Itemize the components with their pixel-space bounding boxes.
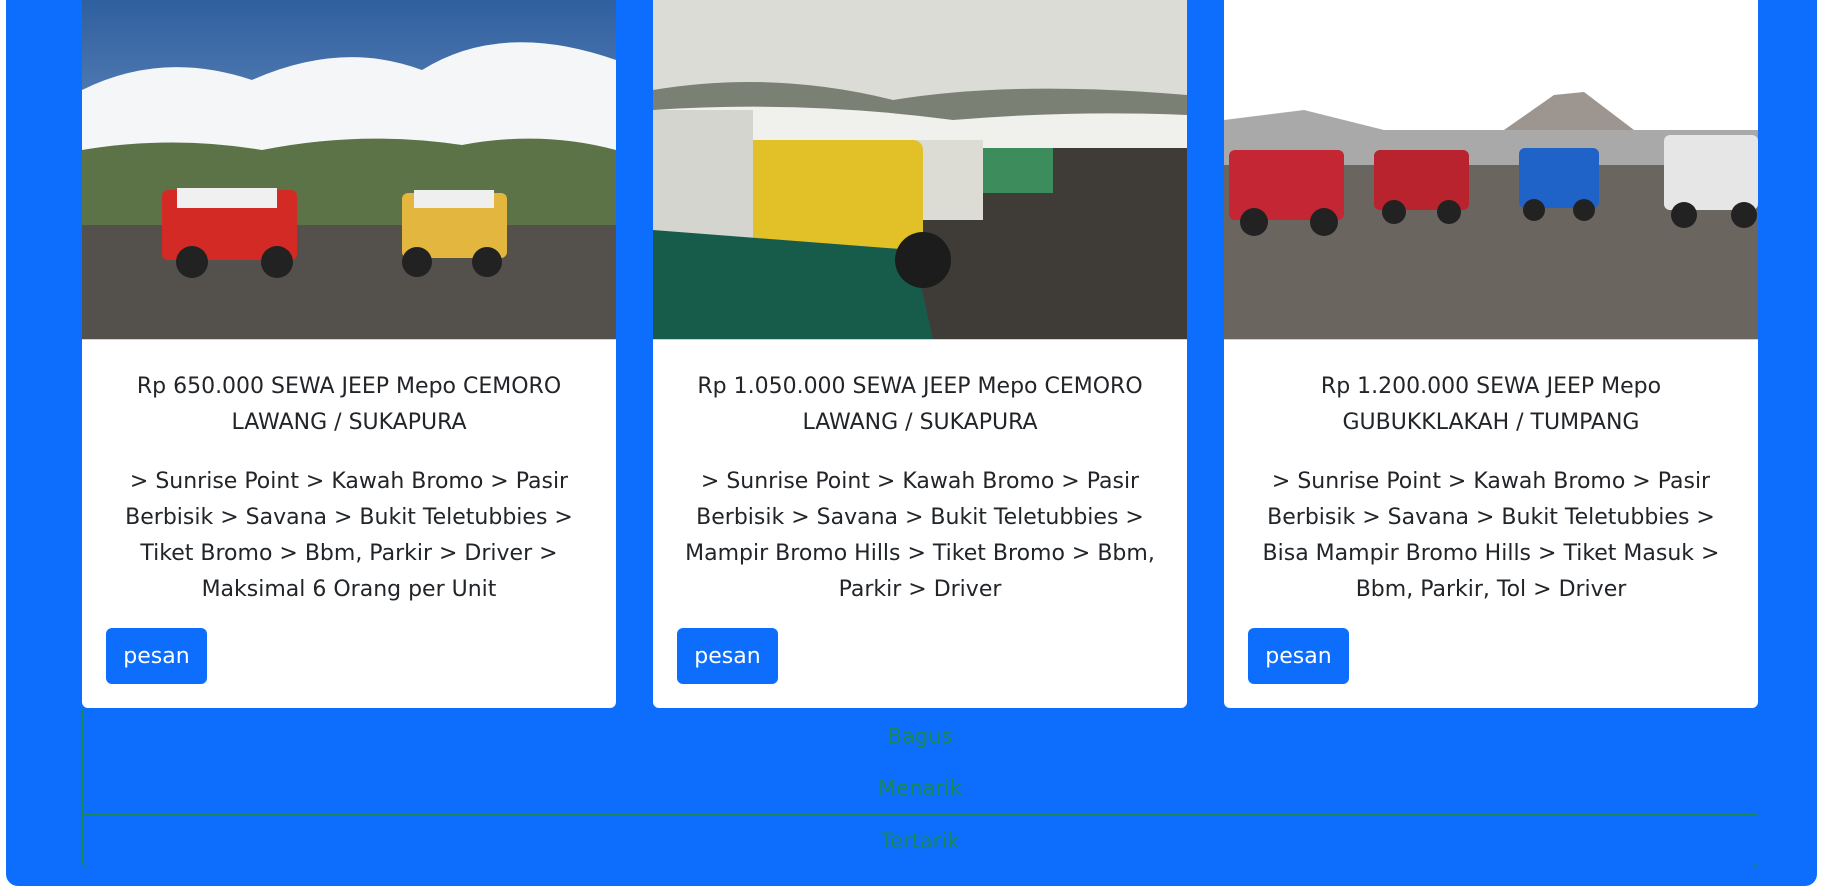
card-description: > Sunrise Point > Kawah Bromo > Pasir Be… bbox=[1262, 469, 1720, 602]
pesan-button[interactable]: pesan bbox=[106, 628, 207, 684]
jeep-photo-3 bbox=[1224, 0, 1758, 340]
list-item-menarik[interactable]: Menarik bbox=[82, 762, 1758, 815]
card-title: Rp 1.050.000 SEWA JEEP Mepo CEMORO LAWAN… bbox=[697, 374, 1143, 435]
card-description: > Sunrise Point > Kawah Bromo > Pasir Be… bbox=[125, 469, 573, 602]
jeep-card-3: Rp 1.200.000 SEWA JEEP Mepo GUBUKKLAKAH … bbox=[1224, 0, 1758, 708]
jeep-photo-1 bbox=[82, 0, 616, 340]
jeep-card-1: Rp 650.000 SEWA JEEP Mepo CEMORO LAWANG … bbox=[82, 0, 616, 708]
pesan-button[interactable]: pesan bbox=[677, 628, 778, 684]
card-title: Rp 1.200.000 SEWA JEEP Mepo GUBUKKLAKAH … bbox=[1320, 374, 1662, 435]
jeep-card-2: Rp 1.050.000 SEWA JEEP Mepo CEMORO LAWAN… bbox=[653, 0, 1187, 708]
jeep-photo-2 bbox=[653, 0, 1187, 340]
list-item-bagus[interactable]: Bagus bbox=[82, 709, 1758, 762]
list-item-tertarik[interactable]: Tertarik bbox=[82, 815, 1758, 868]
feedback-list: Bagus Menarik Tertarik bbox=[82, 709, 1758, 868]
pesan-button[interactable]: pesan bbox=[1248, 628, 1349, 684]
card-description: > Sunrise Point > Kawah Bromo > Pasir Be… bbox=[685, 469, 1155, 602]
page-background: Rp 650.000 SEWA JEEP Mepo CEMORO LAWANG … bbox=[6, 0, 1817, 886]
card-title: Rp 650.000 SEWA JEEP Mepo CEMORO LAWANG … bbox=[136, 374, 562, 435]
card-row: Rp 650.000 SEWA JEEP Mepo CEMORO LAWANG … bbox=[82, 0, 1758, 708]
